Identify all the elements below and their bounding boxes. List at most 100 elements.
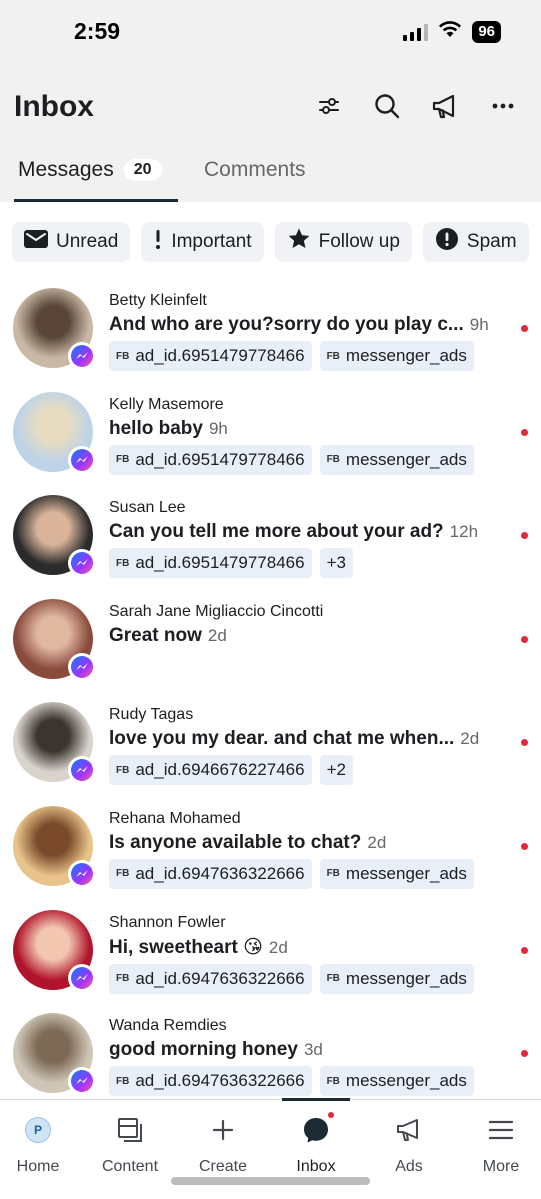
nav-ads[interactable]: Ads (364, 1114, 454, 1176)
sender-name: Betty Kleinfelt (109, 292, 207, 309)
label-tag[interactable]: FB ad_id.6947636322666 (109, 1066, 312, 1097)
nav-label: Home (16, 1158, 60, 1175)
label-tag[interactable]: FB messenger_ads (319, 963, 474, 994)
status-indicators: 96 (403, 20, 501, 43)
nav-more[interactable]: More (456, 1114, 541, 1176)
conversation-row[interactable]: Rehana Mohamed Is anyone available to cha… (0, 796, 541, 900)
label-tag[interactable]: +2 (319, 755, 353, 786)
search-icon[interactable] (373, 92, 401, 120)
message-preview-line: love you my dear. and chat me when... 2d (109, 728, 509, 750)
message-preview-line: And who are you?sorry do you play c... 9h (109, 314, 509, 336)
megaphone-icon[interactable] (431, 92, 459, 120)
profile-icon: P (25, 1114, 51, 1146)
conversation-row[interactable]: Shannon Fowler Hi, sweetheart 😘 2d FB ad_id.… (0, 900, 541, 1004)
conversation-body: Shannon Fowler Hi, sweetheart 😘 2d FB ad_id.… (109, 914, 509, 994)
label-tag[interactable]: FB ad_id.6951479778466 (109, 341, 312, 371)
unread-dot (521, 635, 528, 643)
unread-dot (521, 428, 528, 436)
message-time: 12h (449, 522, 479, 542)
message-preview: Hi, sweetheart 😘 (109, 936, 263, 958)
nav-inbox[interactable]: Inbox (271, 1112, 361, 1176)
nav-label: Create (198, 1158, 248, 1175)
tab-comments[interactable]: Comments (204, 158, 306, 182)
label-tag-text: +2 (326, 760, 346, 780)
conversation-row[interactable]: Betty Kleinfelt And who are you?sorry do … (0, 278, 541, 382)
filter-chip-label: Unread (56, 231, 119, 252)
label-tag[interactable]: FB ad_id.6951479778466 (109, 548, 312, 579)
messenger-icon (68, 756, 96, 785)
label-tag[interactable]: +3 (319, 548, 353, 579)
filter-chip-unread[interactable]: Unread (12, 222, 131, 262)
message-preview: good morning honey (109, 1039, 298, 1061)
fb-tag-prefix: FB (326, 973, 340, 985)
label-tag-text: messenger_ads (345, 1071, 467, 1091)
nav-label: Inbox (296, 1158, 336, 1175)
message-preview: hello baby (109, 417, 203, 439)
fb-tag-prefix: FB (116, 350, 130, 362)
fb-tag-prefix: FB (116, 1075, 130, 1087)
filter-chip-follow-up[interactable]: Follow up (274, 222, 412, 262)
unread-dot (521, 532, 528, 540)
home-indicator (171, 1177, 370, 1185)
label-tag-text: ad_id.6951479778466 (135, 553, 305, 573)
label-tag-text: +3 (326, 553, 346, 573)
label-tag-text: ad_id.6951479778466 (135, 346, 305, 365)
nav-label: Ads (395, 1158, 423, 1175)
nav-create[interactable]: Create (178, 1114, 268, 1176)
sender-name: Rudy Tagas (109, 706, 194, 724)
filter-sliders-icon[interactable] (315, 92, 343, 120)
conversation-body: Rudy Tagas love you my dear. and chat me … (109, 706, 509, 786)
conversation-body: Kelly Masemore hello baby 9h FB ad_id.695147… (109, 396, 509, 475)
label-tag[interactable]: FB messenger_ads (319, 341, 474, 371)
label-tag-text: ad_id.6946676227466 (135, 760, 305, 780)
conversation-body: Sarah Jane Migliaccio Cincotti Great now 2… (109, 603, 509, 647)
label-tag[interactable]: FB ad_id.6947636322666 (109, 858, 312, 889)
message-preview-line: Can you tell me more about your ad? 12h (109, 521, 509, 543)
sender-name: Sarah Jane Migliaccio Cincotti (109, 602, 324, 620)
tag-list: FB ad_id.6947636322666 FB messenger_ads (109, 858, 509, 889)
exclamation-icon (153, 228, 163, 256)
conversation-body: Susan Lee Can you tell me more about your… (109, 499, 509, 579)
label-tag-text: ad_id.6951479778466 (135, 449, 305, 469)
filter-chip-label: Spam (466, 231, 517, 252)
message-time: 2d (207, 625, 227, 645)
fb-tag-prefix: FB (326, 454, 340, 466)
conversation-row[interactable]: Rudy Tagas love you my dear. and chat me … (0, 692, 541, 796)
tag-list: FB ad_id.6947636322666 FB messenger_ads (109, 963, 509, 994)
conversation-row[interactable]: Susan Lee Can you tell me more about your… (0, 485, 541, 589)
message-preview: Can you tell me more about your ad? (109, 521, 444, 543)
page-title: Inbox (14, 90, 94, 123)
label-tag[interactable]: FB ad_id.6951479778466 (109, 444, 312, 475)
message-time: 2d (268, 937, 288, 957)
label-tag-text: ad_id.6947636322666 (135, 863, 305, 883)
label-tag[interactable]: FB messenger_ads (319, 858, 474, 889)
megaphone-icon (395, 1114, 423, 1146)
filter-chip-spam[interactable]: Spam (422, 222, 529, 262)
cellular-signal-icon (403, 23, 429, 41)
messenger-icon (68, 652, 96, 681)
conversation-row[interactable]: Sarah Jane Migliaccio Cincotti Great now 2… (0, 589, 541, 693)
more-options-icon[interactable] (489, 92, 517, 120)
messenger-icon (68, 963, 96, 992)
nav-content[interactable]: Content (85, 1114, 175, 1176)
message-time: 9h (208, 418, 228, 438)
conversation-row[interactable]: Kelly Masemore hello baby 9h FB ad_id.695147… (0, 382, 541, 486)
fb-tag-prefix: FB (116, 764, 130, 776)
nav-home[interactable]: P Home (0, 1114, 83, 1176)
conversation-row[interactable]: Wanda Remdies good morning honey 3d FB ad_id… (0, 1003, 541, 1107)
conversation-list: Betty Kleinfelt And who are you?sorry do … (0, 278, 541, 1107)
label-tag-text: messenger_ads (345, 863, 467, 883)
fb-tag-prefix: FB (326, 868, 340, 880)
label-tag[interactable]: FB ad_id.6946676227466 (109, 755, 312, 786)
chat-bubble-icon (302, 1112, 334, 1146)
header-actions (315, 92, 517, 120)
fb-tag-prefix: FB (326, 1075, 340, 1087)
label-tag[interactable]: FB messenger_ads (319, 1066, 474, 1097)
label-tag[interactable]: FB ad_id.6947636322666 (109, 963, 312, 994)
label-tag[interactable]: FB messenger_ads (319, 444, 474, 475)
message-preview-line: good morning honey 3d (109, 1039, 509, 1061)
notification-dot (328, 1112, 334, 1118)
tab-messages[interactable]: Messages 20 (14, 158, 178, 202)
filter-chip-important[interactable]: Important (141, 222, 264, 262)
message-preview: Great now (109, 624, 202, 646)
